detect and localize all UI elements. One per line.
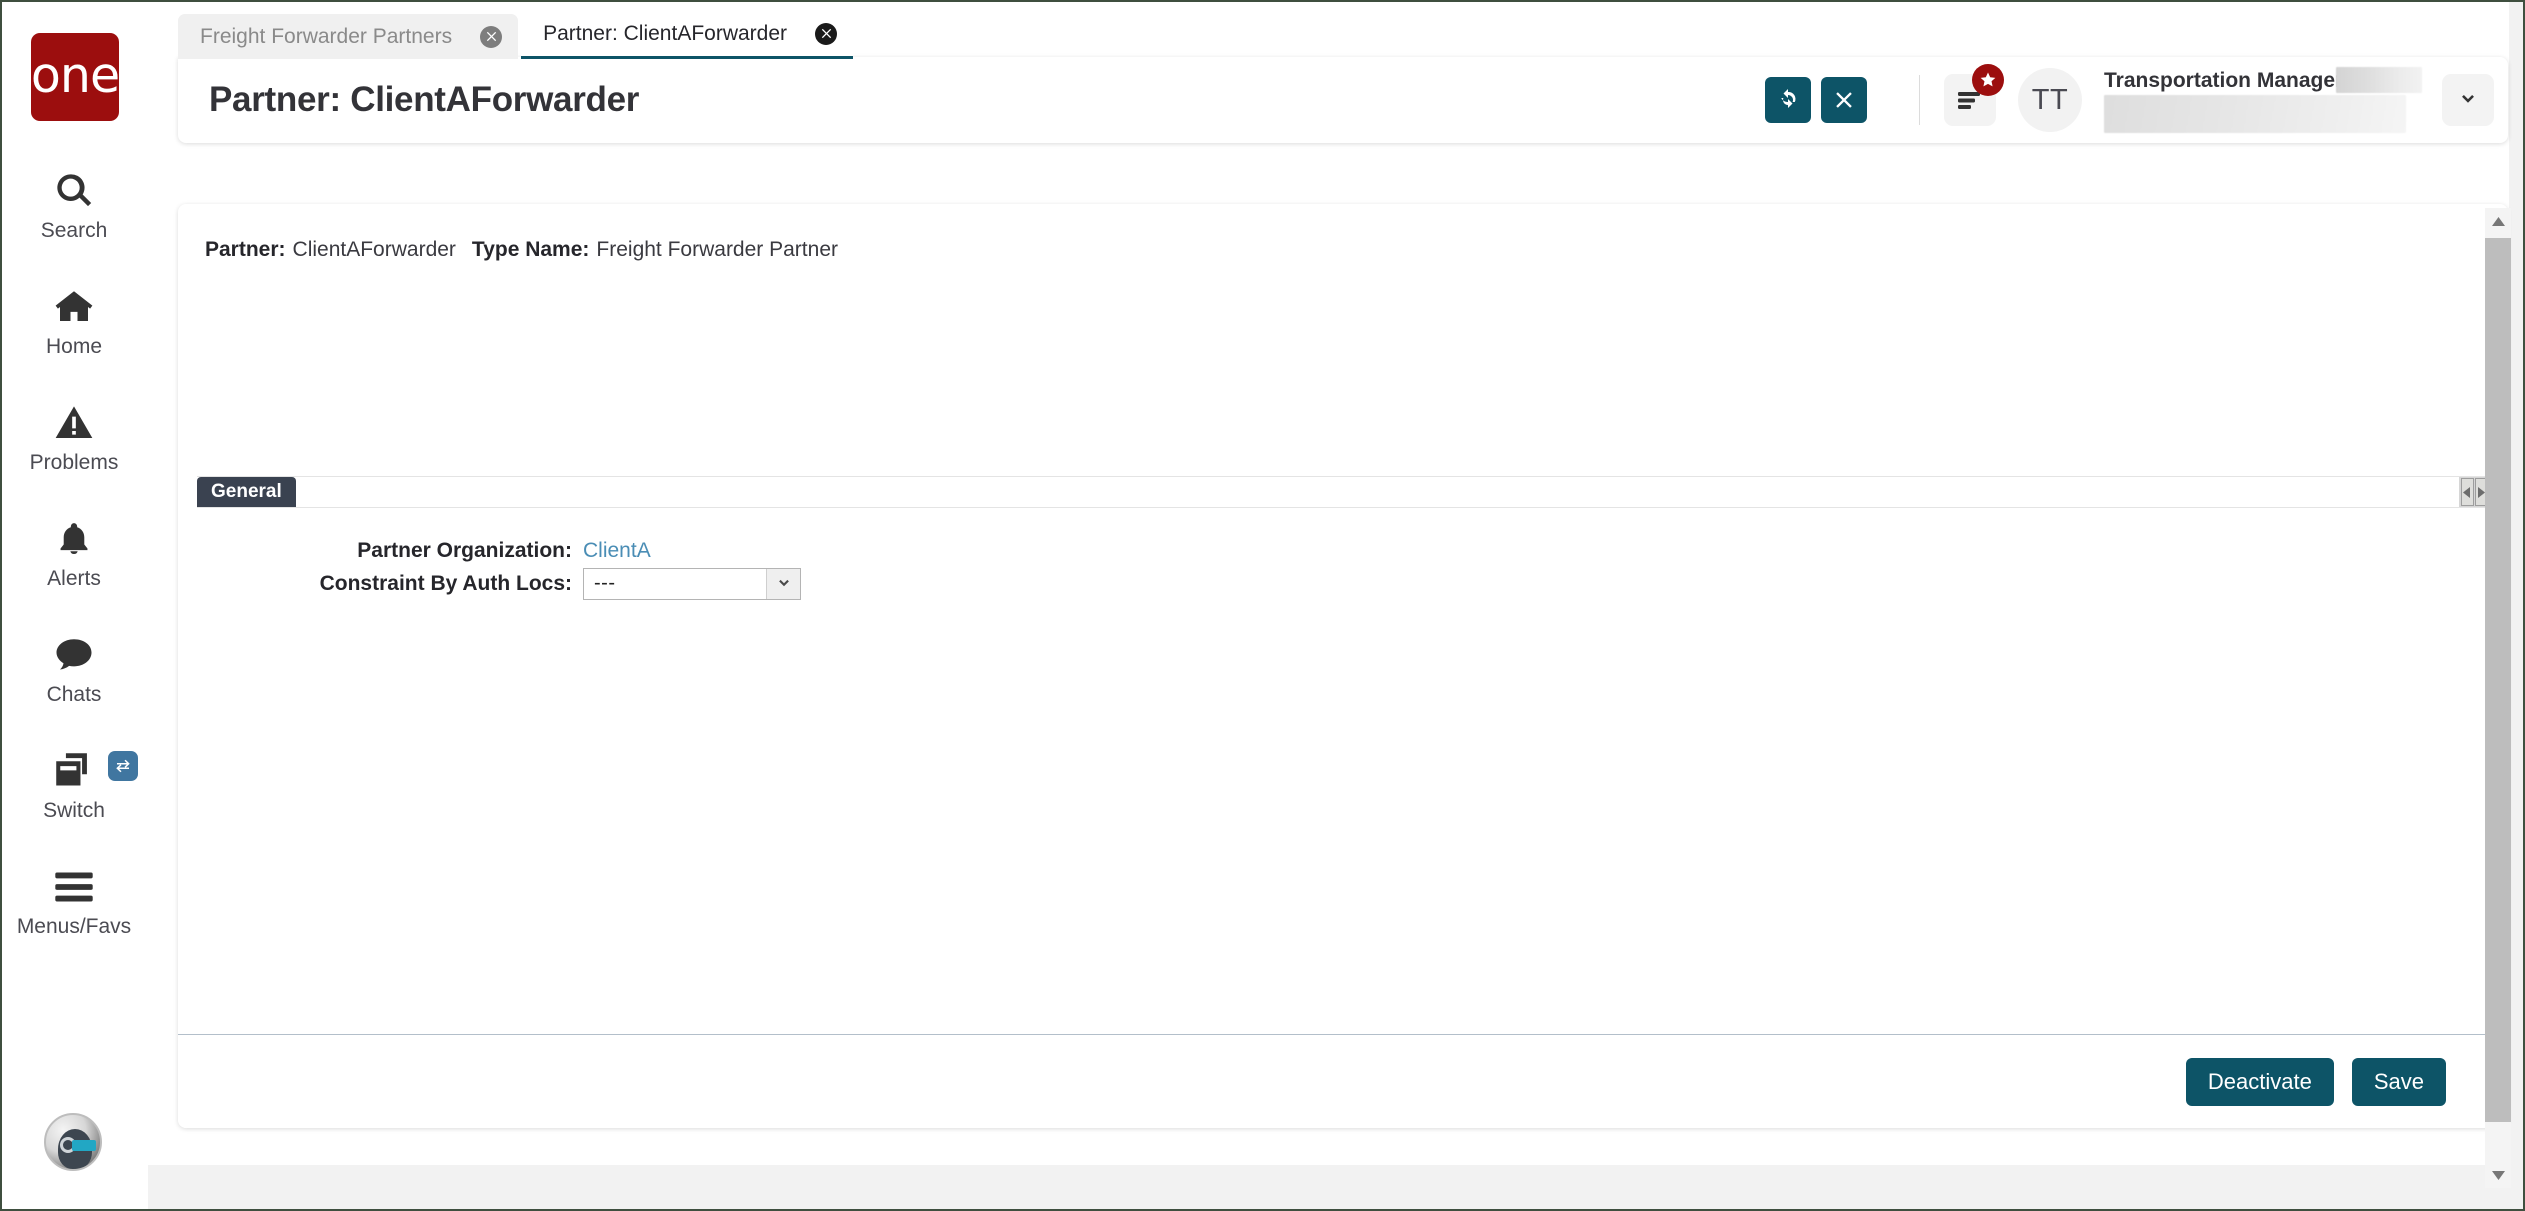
avatar-initials-text: TT [2031,83,2069,116]
summary-partner-label: Partner: [205,238,286,261]
sidebar-item-label: Search [40,219,108,242]
sidebar-item-label: Problems [29,451,119,474]
select-value: --- [594,572,616,594]
deactivate-button[interactable]: Deactivate [2185,1057,2334,1106]
partner-organization-link[interactable]: ClientA [583,539,651,563]
home-icon [53,281,95,333]
notifications-button[interactable] [1944,64,2004,126]
sidebar-item-chats[interactable]: Chats [0,614,148,730]
sidebar-item-switch[interactable]: Switch [0,730,148,846]
triangle-up-icon [2491,216,2505,226]
header-divider [1919,75,1920,125]
app-logo-text: one [30,46,120,104]
windows-copy-icon [53,745,95,797]
user-info-block[interactable]: Transportation Manager [2104,67,2422,133]
close-x-icon [1833,89,1855,111]
hamburger-icon [53,861,95,913]
refresh-icon [1776,88,1800,112]
warning-triangle-icon [54,397,94,449]
field-label: Partner Organization: [357,538,572,562]
tab-general[interactable]: General [197,477,296,507]
section-tab-label: General [211,481,282,502]
page-scrollbar[interactable] [2485,208,2511,1188]
section-tab-bar: General [197,476,2489,508]
sidebar-item-search[interactable]: Search [0,150,148,266]
record-summary: Partner: ClientAForwarder Type Name: Freigh… [205,238,838,262]
summary-type-label: Type Name: [471,238,590,261]
redacted-user-detail [2104,95,2406,133]
constraint-by-auth-locs-select[interactable]: --- [583,567,801,600]
chat-bubble-icon [53,629,95,681]
tab-label: Partner: ClientAForwarder [543,21,788,45]
sidebar-item-alerts[interactable]: Alerts [0,498,148,614]
summary-type-value: Freight Forwarder Partner [596,238,838,261]
page-title: Partner: ClientAForwarder [209,80,640,119]
right-background-strip [2509,0,2525,1211]
summary-partner-value: ClientAForwarder [292,238,456,261]
rail-item-list: Search Home Problems Alerts Chats Switch… [0,150,148,962]
tab-label: Freight Forwarder Partners [200,24,453,48]
scrollbar-thumb[interactable] [2485,238,2511,1122]
triangle-left-icon [2463,486,2471,498]
chevron-down-icon [2457,89,2479,111]
tab-partner-clientaforwarder[interactable]: Partner: ClientAForwarder [521,11,854,59]
bell-icon [55,513,93,565]
star-badge [1972,64,2004,96]
panel-footer-actions: Deactivate Save [178,1034,2508,1128]
user-avatar[interactable] [44,1113,102,1171]
sidebar-item-label: Chats [46,683,102,706]
triangle-down-icon [2491,1170,2505,1180]
header-action-group: TT Transportation Manager [1755,57,2508,143]
left-navigation-rail: one Search Home Problems Alerts Chats Sw… [0,0,148,1211]
triangle-right-icon [2477,486,2485,498]
tab-freight-forwarder-partners[interactable]: Freight Forwarder Partners [178,14,519,59]
sidebar-item-label: Menus/Favs [16,915,132,938]
field-constraint-by-auth-locs: Constraint By Auth Locs: --- [178,567,2508,600]
page-header-panel: Partner: ClientAForwarder TT Transportat… [178,57,2508,143]
search-icon [54,165,94,217]
close-page-button[interactable] [1821,77,1867,123]
bottom-background-strip [0,1165,2525,1211]
content-panel: Partner: ClientAForwarder Type Name: Freigh… [178,204,2508,1128]
refresh-button[interactable] [1765,77,1811,123]
close-circle-icon[interactable] [815,22,838,45]
scroll-up-button[interactable] [2485,208,2511,234]
chevron-down-icon[interactable] [766,568,800,599]
swap-arrows-icon[interactable] [108,751,138,781]
browser-tab-strip: Freight Forwarder Partners Partner: Clie… [178,11,856,59]
app-logo[interactable]: one [30,33,120,121]
close-circle-icon[interactable] [480,25,503,48]
field-partner-organization: Partner Organization: ClientA [178,534,2508,567]
scroll-down-button[interactable] [2485,1162,2511,1188]
application-window: one Search Home Problems Alerts Chats Sw… [0,0,2525,1211]
avatar-visor [72,1140,96,1151]
sidebar-item-label: Alerts [47,567,101,590]
general-form: Partner Organization: ClientA Constraint… [178,534,2508,600]
sidebar-item-label: Home [45,335,103,358]
sidebar-item-menus-favs[interactable]: Menus/Favs [0,846,148,962]
redacted-user-name [2336,67,2422,93]
section-scroll-left-button[interactable] [2460,478,2474,506]
sidebar-item-home[interactable]: Home [0,266,148,382]
sidebar-item-label: Switch [43,799,105,822]
field-label: Constraint By Auth Locs: [319,571,572,595]
user-role-label: Transportation Manager [2104,69,2344,92]
user-avatar-initials[interactable]: TT [2018,68,2082,132]
sidebar-item-problems[interactable]: Problems [0,382,148,498]
save-button[interactable]: Save [2351,1057,2446,1106]
user-menu-button[interactable] [2442,74,2494,126]
star-icon [1979,71,1997,89]
